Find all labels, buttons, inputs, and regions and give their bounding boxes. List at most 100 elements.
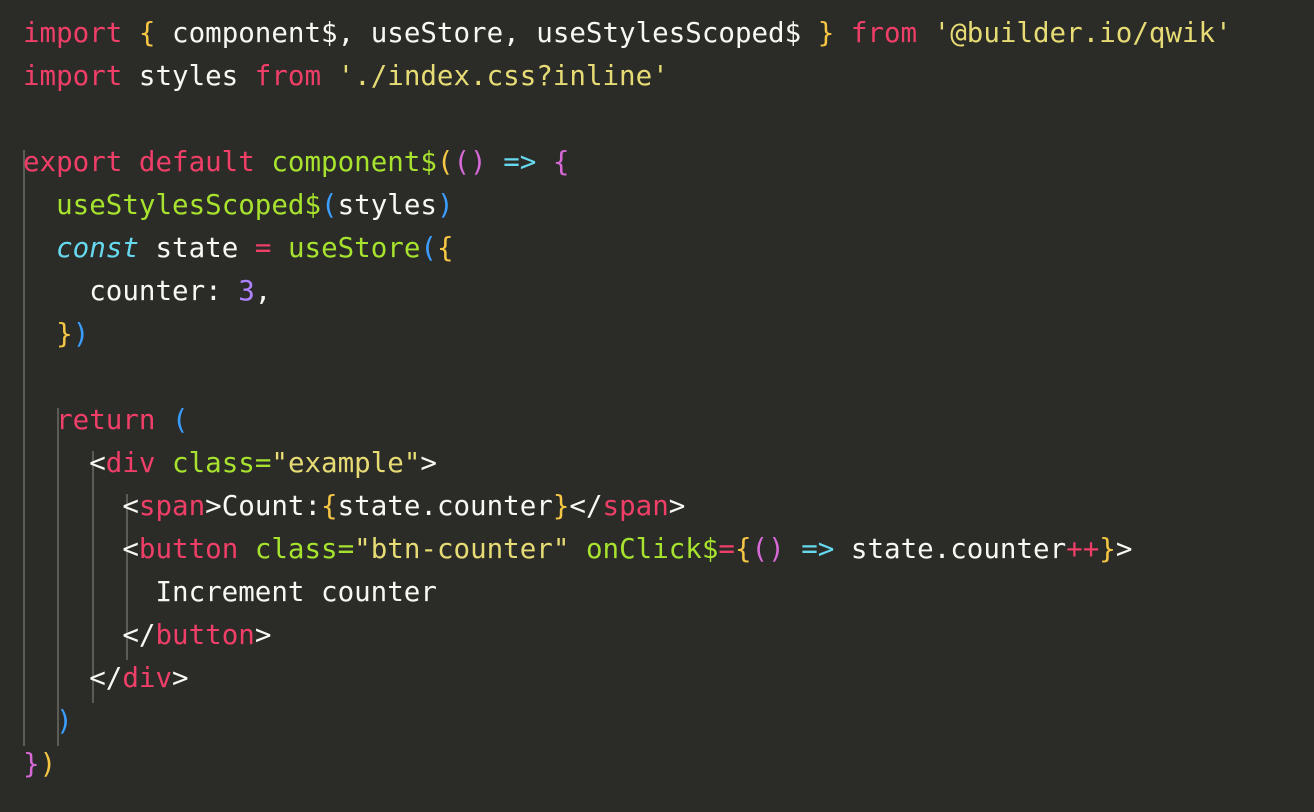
code-line[interactable]: <span>Count:{state.counter}</span> [23, 485, 1314, 528]
code-token: from [850, 17, 918, 49]
code-token: onClick$ [585, 533, 719, 565]
code-token: } [56, 318, 73, 350]
code-line[interactable]: return ( [23, 399, 1314, 442]
code-token: 3 [238, 275, 255, 307]
code-token: styles [337, 189, 437, 221]
code-token: } [552, 490, 570, 522]
code-token: { [138, 17, 156, 49]
code-line[interactable]: export default component$(() => { [23, 141, 1314, 184]
code-token: { [734, 533, 752, 565]
code-token: = [718, 533, 735, 565]
code-token: </ [89, 662, 123, 694]
code-line[interactable]: <div class="example"> [23, 442, 1314, 485]
code-token: counter: [23, 275, 239, 307]
code-token: ) [436, 189, 454, 221]
code-token: = [337, 533, 355, 565]
code-token: } [1099, 533, 1116, 565]
code-token: div [122, 662, 173, 694]
code-token: => [503, 146, 537, 178]
code-token: > [1115, 533, 1133, 565]
code-token: { [436, 232, 454, 264]
code-token: './index.css?inline' [337, 60, 669, 92]
code-token: "example" [271, 447, 421, 479]
code-token: ++ [1066, 533, 1100, 565]
code-line[interactable]: </div> [23, 657, 1314, 700]
code-token: < [122, 490, 139, 522]
code-token: > [254, 619, 272, 651]
code-token: class [172, 447, 255, 479]
code-token: { [552, 146, 570, 178]
code-token: '@builder.io/qwik' [933, 17, 1232, 49]
code-editor-surface: import { component$, useStore, useStyles… [0, 0, 1314, 812]
code-line[interactable]: useStylesScoped$(styles) [23, 184, 1314, 227]
code-token: button [138, 533, 239, 565]
code-token: () [751, 533, 785, 565]
code-token: return [56, 404, 156, 436]
code-line[interactable]: }) [23, 743, 1314, 786]
code-token: ( [321, 189, 338, 221]
code-token: > [420, 447, 437, 479]
code-token: > [668, 490, 686, 522]
code-line[interactable] [23, 356, 1314, 399]
code-line[interactable]: counter: 3, [23, 270, 1314, 313]
code-line[interactable]: import { component$, useStore, useStyles… [23, 12, 1314, 55]
code-token: "btn-counter" [354, 533, 570, 565]
code-token: ) [56, 705, 73, 737]
code-token: </ [122, 619, 156, 651]
code-line[interactable]: import styles from './index.css?inline' [23, 55, 1314, 98]
code-token: ( [436, 146, 454, 178]
code-token: ( [420, 232, 437, 264]
code-token: span [602, 490, 669, 522]
code-line[interactable]: </button> [23, 614, 1314, 657]
code-line[interactable]: <button class="btn-counter" onClick$={()… [23, 528, 1314, 571]
code-token: span [138, 490, 206, 522]
code-line[interactable]: const state = useStore({ [23, 227, 1314, 270]
code-token: component$, useStore, useStylesScoped$ [155, 17, 818, 49]
code-token: useStylesScoped$ [56, 189, 322, 221]
code-line[interactable] [23, 98, 1314, 141]
code-token: state [138, 232, 255, 264]
code-token: </ [569, 490, 603, 522]
code-token: { [321, 490, 338, 522]
code-token: = [254, 447, 272, 479]
code-token: } [817, 17, 835, 49]
code-token: => [801, 533, 835, 565]
code-lines: import { component$, useStore, useStyles… [23, 12, 1314, 786]
code-token: ) [39, 748, 57, 780]
code-line[interactable]: ) [23, 700, 1314, 743]
code-token: ( [172, 404, 189, 436]
code-line[interactable]: Increment counter [23, 571, 1314, 614]
code-token: button [155, 619, 255, 651]
code-token: state.counter [337, 490, 553, 522]
code-token: Count: [221, 490, 322, 522]
code-token: div [105, 447, 156, 479]
code-token: Increment counter [23, 576, 437, 608]
code-token: > [172, 662, 189, 694]
code-line[interactable]: }) [23, 313, 1314, 356]
code-token: class [254, 533, 338, 565]
code-token: import [23, 17, 123, 49]
code-token: const [56, 232, 139, 264]
